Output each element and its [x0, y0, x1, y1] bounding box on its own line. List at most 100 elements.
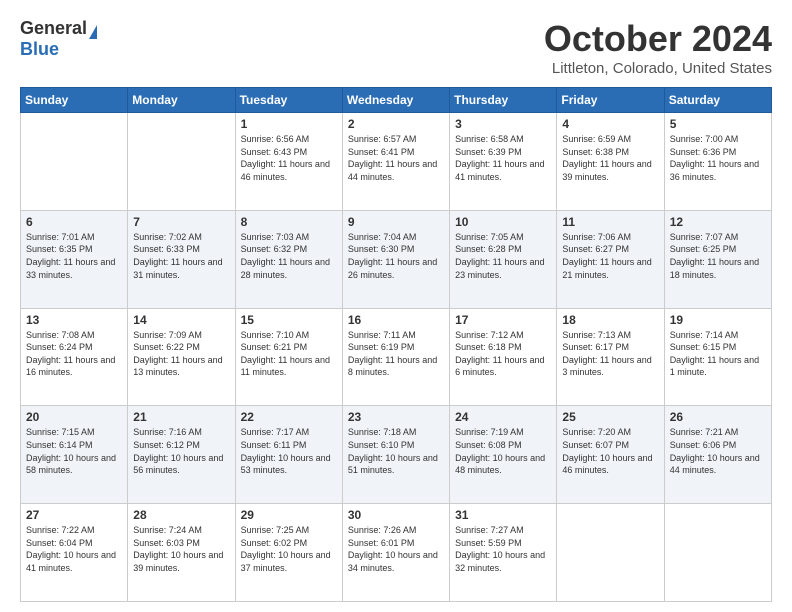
calendar-table: SundayMondayTuesdayWednesdayThursdayFrid…	[20, 87, 772, 602]
day-info: Sunrise: 7:18 AM Sunset: 6:10 PM Dayligh…	[348, 426, 444, 476]
calendar-cell: 30Sunrise: 7:26 AM Sunset: 6:01 PM Dayli…	[342, 504, 449, 602]
day-info: Sunrise: 7:02 AM Sunset: 6:33 PM Dayligh…	[133, 231, 229, 281]
day-number: 9	[348, 215, 444, 229]
calendar-cell: 12Sunrise: 7:07 AM Sunset: 6:25 PM Dayli…	[664, 210, 771, 308]
calendar-cell	[128, 113, 235, 211]
calendar-cell	[21, 113, 128, 211]
calendar-cell: 1 Sunrise: 6:56 AM Sunset: 6:43 PM Daylig…	[235, 113, 342, 211]
calendar-cell: 2 Sunrise: 6:57 AM Sunset: 6:41 PM Daylig…	[342, 113, 449, 211]
day-number: 8	[241, 215, 337, 229]
calendar-cell: 6Sunrise: 7:01 AM Sunset: 6:35 PM Daylig…	[21, 210, 128, 308]
day-number: 14	[133, 313, 229, 327]
day-info: Sunrise: 7:03 AM Sunset: 6:32 PM Dayligh…	[241, 231, 337, 281]
page: General Blue October 2024 Littleton, Col…	[0, 0, 792, 612]
calendar-cell: 5 Sunrise: 7:00 AM Sunset: 6:36 PM Daylig…	[664, 113, 771, 211]
calendar-cell: 20 Sunrise: 7:15 AM Sunset: 6:14 PM Dayli…	[21, 406, 128, 504]
day-number: 5	[670, 117, 766, 131]
calendar-cell	[557, 504, 664, 602]
day-info: Sunrise: 7:08 AM Sunset: 6:24 PM Dayligh…	[26, 329, 122, 379]
day-number: 21	[133, 410, 229, 424]
logo-general-text: General	[20, 18, 87, 39]
day-number: 15	[241, 313, 337, 327]
day-info: Sunrise: 6:56 AM Sunset: 6:43 PM Dayligh…	[241, 133, 337, 183]
calendar-cell: 3 Sunrise: 6:58 AM Sunset: 6:39 PM Daylig…	[450, 113, 557, 211]
calendar-cell: 22 Sunrise: 7:17 AM Sunset: 6:11 PM Dayli…	[235, 406, 342, 504]
day-info: Sunrise: 7:25 AM Sunset: 6:02 PM Dayligh…	[241, 524, 337, 574]
day-info: Sunrise: 7:13 AM Sunset: 6:17 PM Dayligh…	[562, 329, 658, 379]
location-title: Littleton, Colorado, United States	[544, 60, 772, 77]
calendar-header-row: SundayMondayTuesdayWednesdayThursdayFrid…	[21, 88, 772, 113]
calendar-cell: 18 Sunrise: 7:13 AM Sunset: 6:17 PM Dayli…	[557, 308, 664, 406]
day-info: Sunrise: 7:15 AM Sunset: 6:14 PM Dayligh…	[26, 426, 122, 476]
weekday-header: Monday	[128, 88, 235, 113]
calendar-cell: 28 Sunrise: 7:24 AM Sunset: 6:03 PM Dayli…	[128, 504, 235, 602]
weekday-header: Saturday	[664, 88, 771, 113]
day-info: Sunrise: 7:24 AM Sunset: 6:03 PM Dayligh…	[133, 524, 229, 574]
day-info: Sunrise: 7:07 AM Sunset: 6:25 PM Dayligh…	[670, 231, 766, 281]
day-number: 25	[562, 410, 658, 424]
day-number: 3	[455, 117, 551, 131]
day-info: Sunrise: 7:06 AM Sunset: 6:27 PM Dayligh…	[562, 231, 658, 281]
weekday-header: Tuesday	[235, 88, 342, 113]
day-number: 27	[26, 508, 122, 522]
calendar-week-row: 6Sunrise: 7:01 AM Sunset: 6:35 PM Daylig…	[21, 210, 772, 308]
day-number: 22	[241, 410, 337, 424]
calendar-cell: 10Sunrise: 7:05 AM Sunset: 6:28 PM Dayli…	[450, 210, 557, 308]
day-number: 18	[562, 313, 658, 327]
month-title: October 2024	[544, 18, 772, 60]
weekday-header: Thursday	[450, 88, 557, 113]
day-info: Sunrise: 7:16 AM Sunset: 6:12 PM Dayligh…	[133, 426, 229, 476]
day-info: Sunrise: 7:21 AM Sunset: 6:06 PM Dayligh…	[670, 426, 766, 476]
day-number: 28	[133, 508, 229, 522]
day-info: Sunrise: 7:27 AM Sunset: 5:59 PM Dayligh…	[455, 524, 551, 574]
calendar-cell: 19 Sunrise: 7:14 AM Sunset: 6:15 PM Dayli…	[664, 308, 771, 406]
calendar-cell: 27Sunrise: 7:22 AM Sunset: 6:04 PM Dayli…	[21, 504, 128, 602]
day-number: 1	[241, 117, 337, 131]
calendar-cell: 11Sunrise: 7:06 AM Sunset: 6:27 PM Dayli…	[557, 210, 664, 308]
day-info: Sunrise: 6:57 AM Sunset: 6:41 PM Dayligh…	[348, 133, 444, 183]
day-info: Sunrise: 7:11 AM Sunset: 6:19 PM Dayligh…	[348, 329, 444, 379]
day-info: Sunrise: 7:04 AM Sunset: 6:30 PM Dayligh…	[348, 231, 444, 281]
calendar-week-row: 13 Sunrise: 7:08 AM Sunset: 6:24 PM Dayli…	[21, 308, 772, 406]
weekday-header: Sunday	[21, 88, 128, 113]
day-info: Sunrise: 7:12 AM Sunset: 6:18 PM Dayligh…	[455, 329, 551, 379]
title-section: October 2024 Littleton, Colorado, United…	[544, 18, 772, 77]
day-info: Sunrise: 7:00 AM Sunset: 6:36 PM Dayligh…	[670, 133, 766, 183]
calendar-cell: 31Sunrise: 7:27 AM Sunset: 5:59 PM Dayli…	[450, 504, 557, 602]
day-info: Sunrise: 7:20 AM Sunset: 6:07 PM Dayligh…	[562, 426, 658, 476]
day-number: 2	[348, 117, 444, 131]
day-number: 23	[348, 410, 444, 424]
calendar-cell: 23 Sunrise: 7:18 AM Sunset: 6:10 PM Dayli…	[342, 406, 449, 504]
day-number: 7	[133, 215, 229, 229]
logo-arrow-icon	[89, 25, 97, 39]
day-info: Sunrise: 7:14 AM Sunset: 6:15 PM Dayligh…	[670, 329, 766, 379]
day-number: 30	[348, 508, 444, 522]
calendar-cell: 24Sunrise: 7:19 AM Sunset: 6:08 PM Dayli…	[450, 406, 557, 504]
calendar-cell: 17Sunrise: 7:12 AM Sunset: 6:18 PM Dayli…	[450, 308, 557, 406]
day-info: Sunrise: 7:01 AM Sunset: 6:35 PM Dayligh…	[26, 231, 122, 281]
calendar-week-row: 27Sunrise: 7:22 AM Sunset: 6:04 PM Dayli…	[21, 504, 772, 602]
calendar-cell: 7 Sunrise: 7:02 AM Sunset: 6:33 PM Daylig…	[128, 210, 235, 308]
day-number: 16	[348, 313, 444, 327]
day-number: 13	[26, 313, 122, 327]
calendar-cell: 8 Sunrise: 7:03 AM Sunset: 6:32 PM Daylig…	[235, 210, 342, 308]
day-info: Sunrise: 7:10 AM Sunset: 6:21 PM Dayligh…	[241, 329, 337, 379]
day-number: 20	[26, 410, 122, 424]
calendar-week-row: 1 Sunrise: 6:56 AM Sunset: 6:43 PM Daylig…	[21, 113, 772, 211]
calendar-cell: 14Sunrise: 7:09 AM Sunset: 6:22 PM Dayli…	[128, 308, 235, 406]
calendar-cell: 25 Sunrise: 7:20 AM Sunset: 6:07 PM Dayli…	[557, 406, 664, 504]
day-info: Sunrise: 7:17 AM Sunset: 6:11 PM Dayligh…	[241, 426, 337, 476]
calendar-cell: 13 Sunrise: 7:08 AM Sunset: 6:24 PM Dayli…	[21, 308, 128, 406]
day-number: 26	[670, 410, 766, 424]
calendar-cell: 4Sunrise: 6:59 AM Sunset: 6:38 PM Daylig…	[557, 113, 664, 211]
calendar-cell: 21 Sunrise: 7:16 AM Sunset: 6:12 PM Dayli…	[128, 406, 235, 504]
day-info: Sunrise: 7:19 AM Sunset: 6:08 PM Dayligh…	[455, 426, 551, 476]
calendar-cell: 9 Sunrise: 7:04 AM Sunset: 6:30 PM Daylig…	[342, 210, 449, 308]
calendar-cell: 29Sunrise: 7:25 AM Sunset: 6:02 PM Dayli…	[235, 504, 342, 602]
day-info: Sunrise: 6:58 AM Sunset: 6:39 PM Dayligh…	[455, 133, 551, 183]
day-number: 19	[670, 313, 766, 327]
calendar-week-row: 20 Sunrise: 7:15 AM Sunset: 6:14 PM Dayli…	[21, 406, 772, 504]
logo-blue-text: Blue	[20, 39, 59, 60]
calendar-cell: 15 Sunrise: 7:10 AM Sunset: 6:21 PM Dayli…	[235, 308, 342, 406]
day-info: Sunrise: 7:05 AM Sunset: 6:28 PM Dayligh…	[455, 231, 551, 281]
